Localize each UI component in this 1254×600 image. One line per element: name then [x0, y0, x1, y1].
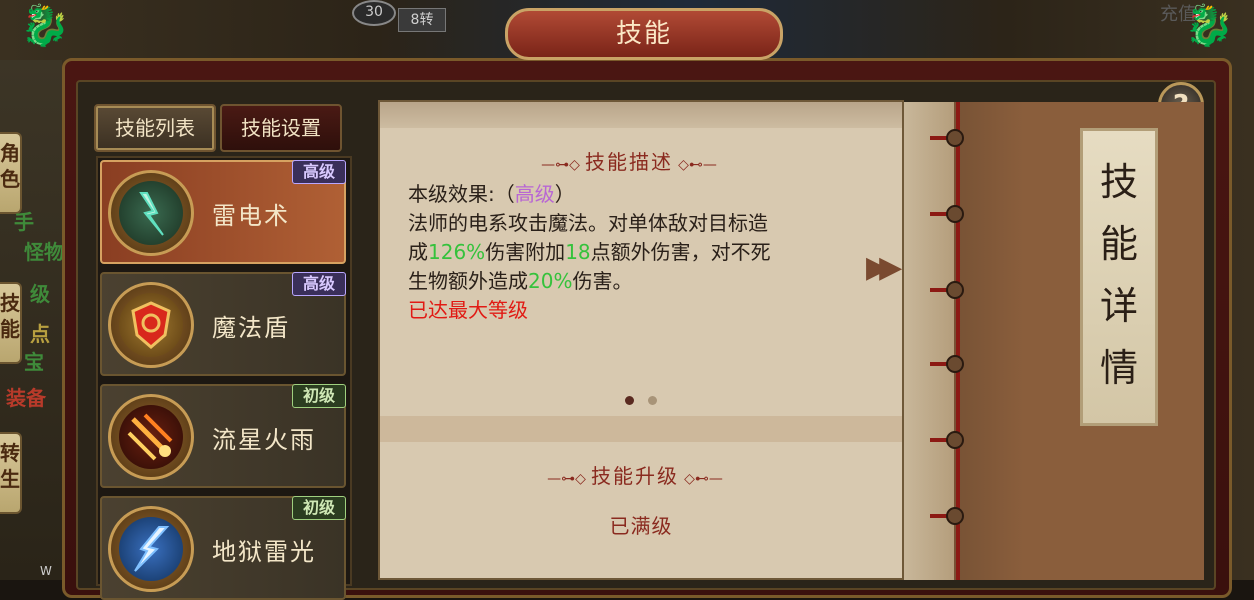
ornament-left-icon: —⊶◇: [541, 157, 580, 173]
ghost-text: 点: [30, 322, 50, 346]
max-level-note: 已达最大等级: [408, 298, 528, 322]
meteor-icon: [119, 405, 183, 469]
lightning-icon: [119, 181, 183, 245]
binding-ring-icon: [946, 205, 964, 223]
ornament-left-icon: —⊶◇: [547, 471, 586, 487]
skill-name: 流星火雨: [212, 426, 316, 454]
side-tab-rebirth[interactable]: 转生: [0, 432, 22, 514]
book-spine: [904, 102, 954, 580]
hell-lightning-icon: [119, 517, 183, 581]
grade-badge: 高级: [292, 160, 346, 184]
description-line: 成126%伤害附加18点额外伤害，对不死: [408, 240, 771, 264]
skill-icon-frame: [108, 506, 194, 592]
skill-item-magic-shield[interactable]: 魔法盾 高级: [100, 272, 346, 376]
skill-name: 雷电术: [212, 202, 290, 230]
level-value: 高级: [514, 182, 555, 206]
page-dot[interactable]: [648, 396, 657, 405]
binding-ring-icon: [946, 281, 964, 299]
ghost-text: 宝: [24, 350, 44, 374]
level-counter: 30: [352, 0, 396, 26]
side-tab-character[interactable]: 角色: [0, 132, 22, 214]
binding-ring-icon: [946, 355, 964, 373]
ornament-right-icon: ◇⊷—: [684, 471, 723, 487]
upgrade-title: 技能升级: [591, 464, 679, 488]
skill-item-hell-lightning[interactable]: 地狱雷光 初级: [100, 496, 346, 600]
skill-item-meteor-shower[interactable]: 流星火雨 初级: [100, 384, 346, 488]
side-tab-skill[interactable]: 技能: [0, 282, 22, 364]
ghost-text: 手: [14, 210, 34, 234]
upgrade-header: —⊶◇ 技能升级 ◇⊷—: [510, 460, 760, 489]
ghost-text: 装备: [6, 386, 46, 410]
skill-description-text: 本级效果:（高级） 法师的电系攻击魔法。对单体敌对目标造 成126%伤害附加18…: [408, 180, 878, 325]
binding-ring-icon: [946, 431, 964, 449]
description-header: —⊶◇ 技能描述 ◇⊷—: [504, 146, 754, 175]
skill-icon-frame: [108, 394, 194, 480]
skill-icon-frame: [108, 282, 194, 368]
dragon-ornament-icon: 🐉: [20, 3, 70, 49]
shield-icon: [119, 293, 183, 357]
rebirth-badge: 8转: [398, 8, 446, 32]
ghost-text: 级: [30, 282, 50, 306]
grade-badge: 初级: [292, 384, 346, 408]
description-title: 技能描述: [585, 150, 673, 174]
skill-details-label: 技 能 详 情: [1080, 128, 1158, 426]
description-line: 生物额外造成20%伤害。: [408, 269, 633, 293]
page-dot-active[interactable]: [625, 396, 634, 405]
binding-ring-icon: [946, 129, 964, 147]
ornament-right-icon: ◇⊷—: [678, 157, 717, 173]
description-line: 法师的电系攻击魔法。对单体敌对目标造: [408, 211, 768, 235]
next-page-arrow-icon[interactable]: ▶▶: [866, 250, 902, 285]
skill-icon-frame: [108, 170, 194, 256]
tab-skill-list[interactable]: 技能列表: [94, 104, 216, 152]
window-title: 技能: [505, 8, 783, 60]
panel-header-strip: [380, 102, 902, 128]
skill-name: 魔法盾: [212, 314, 290, 342]
grade-badge: 初级: [292, 496, 346, 520]
section-divider: [380, 416, 902, 442]
upgrade-status: 已满级: [609, 514, 673, 538]
level-effect-line: 本级效果:（高级）: [408, 182, 575, 206]
skill-item-lightning[interactable]: 雷电术 高级: [100, 160, 346, 264]
binding-ring-icon: [946, 507, 964, 525]
tab-skill-settings[interactable]: 技能设置: [220, 104, 342, 152]
dragon-ornament-icon: 🐉: [1184, 3, 1234, 49]
grade-badge: 高级: [292, 272, 346, 296]
bottom-left-label: W: [40, 564, 52, 578]
skill-name: 地狱雷光: [212, 538, 316, 566]
